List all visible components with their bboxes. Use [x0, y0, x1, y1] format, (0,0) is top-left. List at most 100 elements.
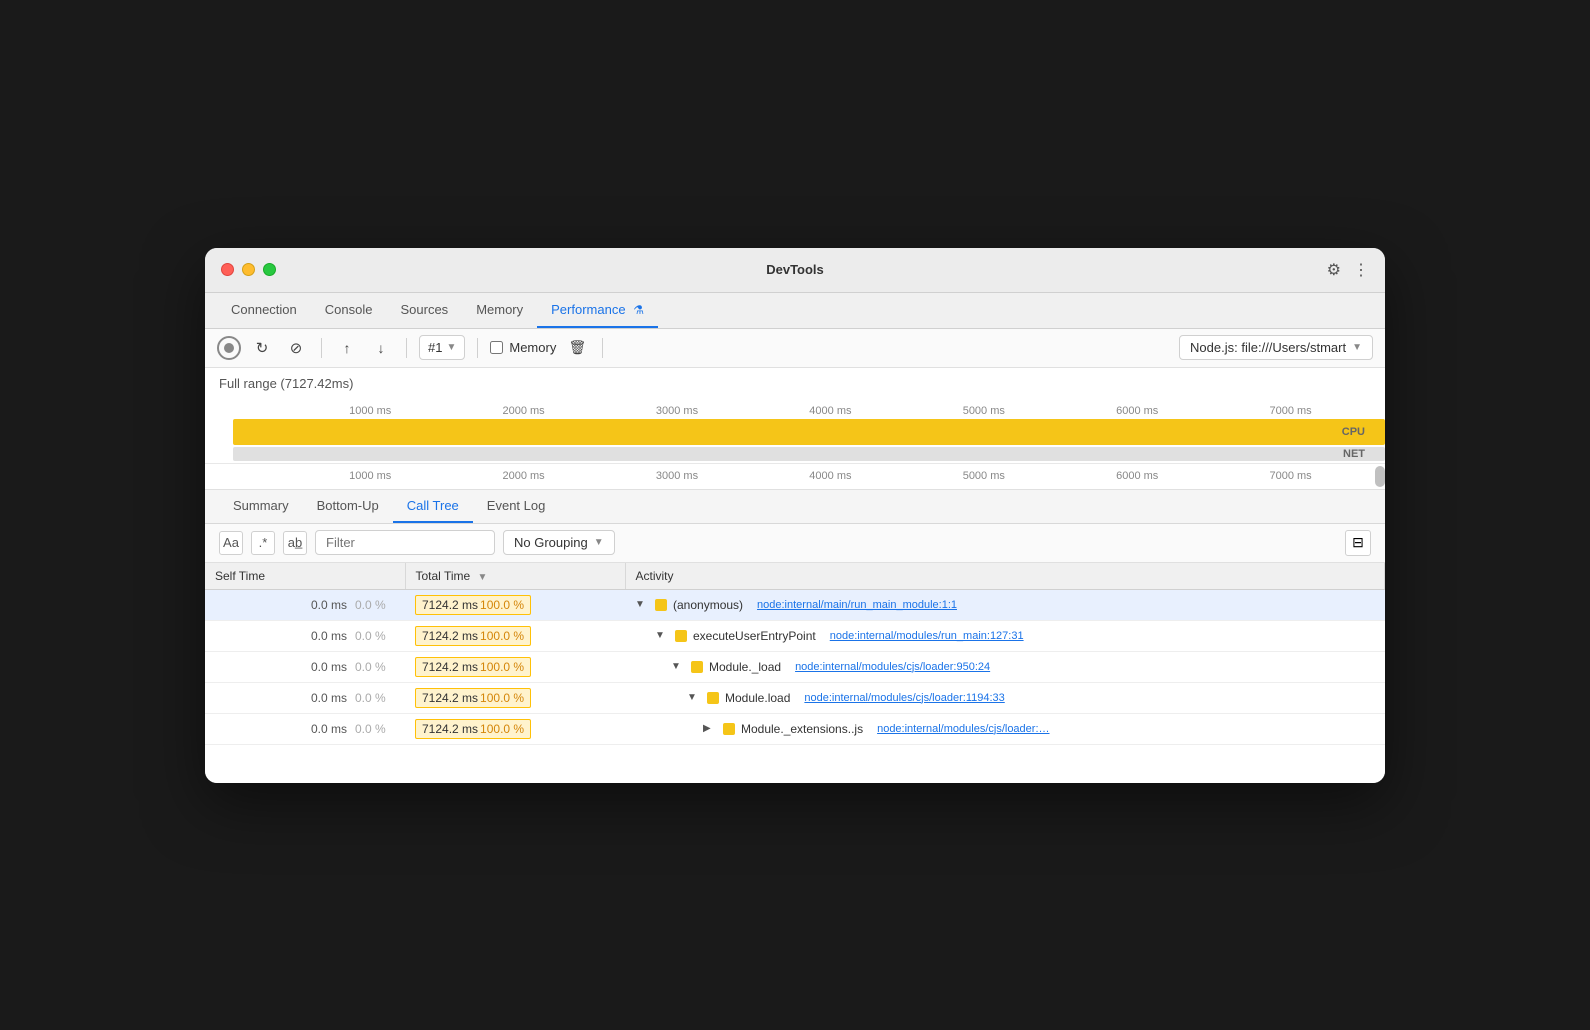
table-header: Self Time Total Time ▼ Activity	[205, 563, 1385, 590]
expand-1[interactable]: ▼	[655, 630, 669, 641]
expand-3[interactable]: ▼	[687, 692, 701, 703]
expand-2[interactable]: ▼	[671, 661, 685, 672]
profile-label: #1	[428, 340, 442, 355]
grouping-label: No Grouping	[514, 535, 588, 550]
net-label: NET	[1343, 448, 1365, 460]
btick-1000: 1000 ms	[349, 470, 391, 482]
activity-icon-4	[723, 723, 735, 735]
cell-activity-4: ▶ Module._extensions..js node:internal/m…	[625, 713, 1385, 744]
btab-event-log[interactable]: Event Log	[473, 490, 560, 523]
tab-sources[interactable]: Sources	[386, 293, 462, 328]
timeline-scrollbar[interactable]	[1375, 466, 1385, 487]
cell-total-time-3: 7124.2 ms 100.0 %	[405, 682, 625, 713]
cell-activity-2: ▼ Module._load node:internal/modules/cjs…	[625, 651, 1385, 682]
activity-link-3[interactable]: node:internal/modules/cjs/loader:1194:33	[804, 692, 1004, 704]
memory-checkbox[interactable]	[490, 341, 503, 354]
memory-checkbox-label[interactable]: Memory	[490, 340, 556, 355]
activity-icon-2	[691, 661, 703, 673]
cell-total-time-0: 7124.2 ms 100.0 %	[405, 589, 625, 620]
tab-performance[interactable]: Performance ⚗	[537, 293, 658, 328]
panel-toggle-button[interactable]: ⊟	[1345, 530, 1371, 556]
cell-activity-3: ▼ Module.load node:internal/modules/cjs/…	[625, 682, 1385, 713]
activity-link-2[interactable]: node:internal/modules/cjs/loader:950:24	[795, 661, 990, 673]
activity-link-4[interactable]: node:internal/modules/cjs/loader:…	[877, 723, 1049, 735]
activity-link-1[interactable]: node:internal/modules/run_main:127:31	[830, 630, 1024, 642]
self-pct-0: 0.0 %	[355, 598, 395, 612]
table-row[interactable]: 0.0 ms 0.0 % 7124.2 ms 100.0 % ▼	[205, 651, 1385, 682]
cell-total-time-1: 7124.2 ms 100.0 %	[405, 620, 625, 651]
profile-selector[interactable]: #1 ▼	[419, 335, 465, 360]
total-pct-0: 100.0 %	[480, 598, 524, 612]
filter-input[interactable]	[315, 530, 495, 555]
settings-icon[interactable]: ⚙	[1327, 260, 1341, 280]
btab-summary[interactable]: Summary	[219, 490, 303, 523]
close-button[interactable]	[221, 263, 234, 276]
more-icon[interactable]: ⋮	[1353, 260, 1369, 280]
activity-3: ▼ Module.load node:internal/modules/cjs/…	[635, 691, 1375, 705]
main-tabs: Connection Console Sources Memory Perfor…	[205, 293, 1385, 329]
btab-call-tree[interactable]: Call Tree	[393, 490, 473, 523]
upload-button[interactable]: ↑	[334, 335, 360, 361]
cpu-label: CPU	[1342, 426, 1365, 438]
tab-connection[interactable]: Connection	[217, 293, 311, 328]
cell-self-time-4: 0.0 ms 0.0 %	[205, 713, 405, 744]
node-dropdown-icon: ▼	[1352, 342, 1362, 353]
divider-1	[321, 338, 322, 358]
th-activity[interactable]: Activity	[625, 563, 1385, 590]
table-row[interactable]: 0.0 ms 0.0 % 7124.2 ms 100.0 % ▶	[205, 713, 1385, 744]
table-row[interactable]: 0.0 ms 0.0 % 7124.2 ms 100.0 % ▼	[205, 620, 1385, 651]
expand-0[interactable]: ▼	[635, 599, 649, 610]
clear-button[interactable]: ⊘	[283, 335, 309, 361]
download-button[interactable]: ↓	[368, 335, 394, 361]
table-row[interactable]: 0.0 ms 0.0 % 7124.2 ms 100.0 % ▼	[205, 682, 1385, 713]
grouping-dropdown-icon: ▼	[594, 537, 604, 548]
net-bar[interactable]	[233, 447, 1385, 461]
total-pct-2: 100.0 %	[480, 660, 524, 674]
th-self-time[interactable]: Self Time	[205, 563, 405, 590]
bottom-tabs: Summary Bottom-Up Call Tree Event Log	[205, 490, 1385, 524]
total-pct-3: 100.0 %	[480, 691, 524, 705]
self-pct-2: 0.0 %	[355, 660, 395, 674]
activity-2: ▼ Module._load node:internal/modules/cjs…	[635, 660, 1375, 674]
self-ms-4: 0.0 ms	[297, 722, 347, 736]
cpu-bar[interactable]	[233, 419, 1385, 445]
cleanup-button[interactable]: 🗑	[564, 335, 590, 361]
ab-button[interactable]: ab̲	[283, 531, 307, 555]
total-bar-1: 7124.2 ms 100.0 %	[415, 626, 531, 646]
profile-dropdown-icon: ▼	[446, 342, 456, 353]
btick-5000: 5000 ms	[963, 470, 1005, 482]
tab-memory[interactable]: Memory	[462, 293, 537, 328]
activity-icon-0	[655, 599, 667, 611]
cell-self-time-0: 0.0 ms 0.0 %	[205, 589, 405, 620]
total-ms-4: 7124.2 ms	[422, 722, 478, 736]
tick-6000: 6000 ms	[1116, 405, 1158, 417]
activity-link-0[interactable]: node:internal/main/run_main_module:1:1	[757, 599, 957, 611]
call-tree-table: Self Time Total Time ▼ Activity	[205, 563, 1385, 783]
timeline-ruler-bottom: 1000 ms 2000 ms 3000 ms 4000 ms 5000 ms …	[205, 463, 1385, 489]
record-button[interactable]	[217, 336, 241, 360]
node-selector[interactable]: Node.js: file:///Users/stmart ▼	[1179, 335, 1373, 360]
reload-button[interactable]: ↻	[249, 335, 275, 361]
aa-button[interactable]: Aa	[219, 531, 243, 555]
expand-4[interactable]: ▶	[703, 723, 717, 734]
grouping-selector[interactable]: No Grouping ▼	[503, 530, 615, 555]
btick-4000: 4000 ms	[809, 470, 851, 482]
regex-button[interactable]: .*	[251, 531, 275, 555]
cell-activity-1: ▼ executeUserEntryPoint node:internal/mo…	[625, 620, 1385, 651]
divider-2	[406, 338, 407, 358]
record-dot	[224, 343, 234, 353]
tab-console[interactable]: Console	[311, 293, 387, 328]
full-range-label: Full range (7127.42ms)	[205, 368, 1385, 395]
table-row[interactable]: 0.0 ms 0.0 % 7124.2 ms 100.0 % ▼	[205, 589, 1385, 620]
maximize-button[interactable]	[263, 263, 276, 276]
table-body: 0.0 ms 0.0 % 7124.2 ms 100.0 % ▼	[205, 589, 1385, 783]
minimize-button[interactable]	[242, 263, 255, 276]
btick-3000: 3000 ms	[656, 470, 698, 482]
th-total-time[interactable]: Total Time ▼	[405, 563, 625, 590]
total-ms-0: 7124.2 ms	[422, 598, 478, 612]
tick-2000: 2000 ms	[502, 405, 544, 417]
total-bar-3: 7124.2 ms 100.0 %	[415, 688, 531, 708]
activity-1: ▼ executeUserEntryPoint node:internal/mo…	[635, 629, 1375, 643]
btab-bottom-up[interactable]: Bottom-Up	[303, 490, 393, 523]
activity-icon-3	[707, 692, 719, 704]
